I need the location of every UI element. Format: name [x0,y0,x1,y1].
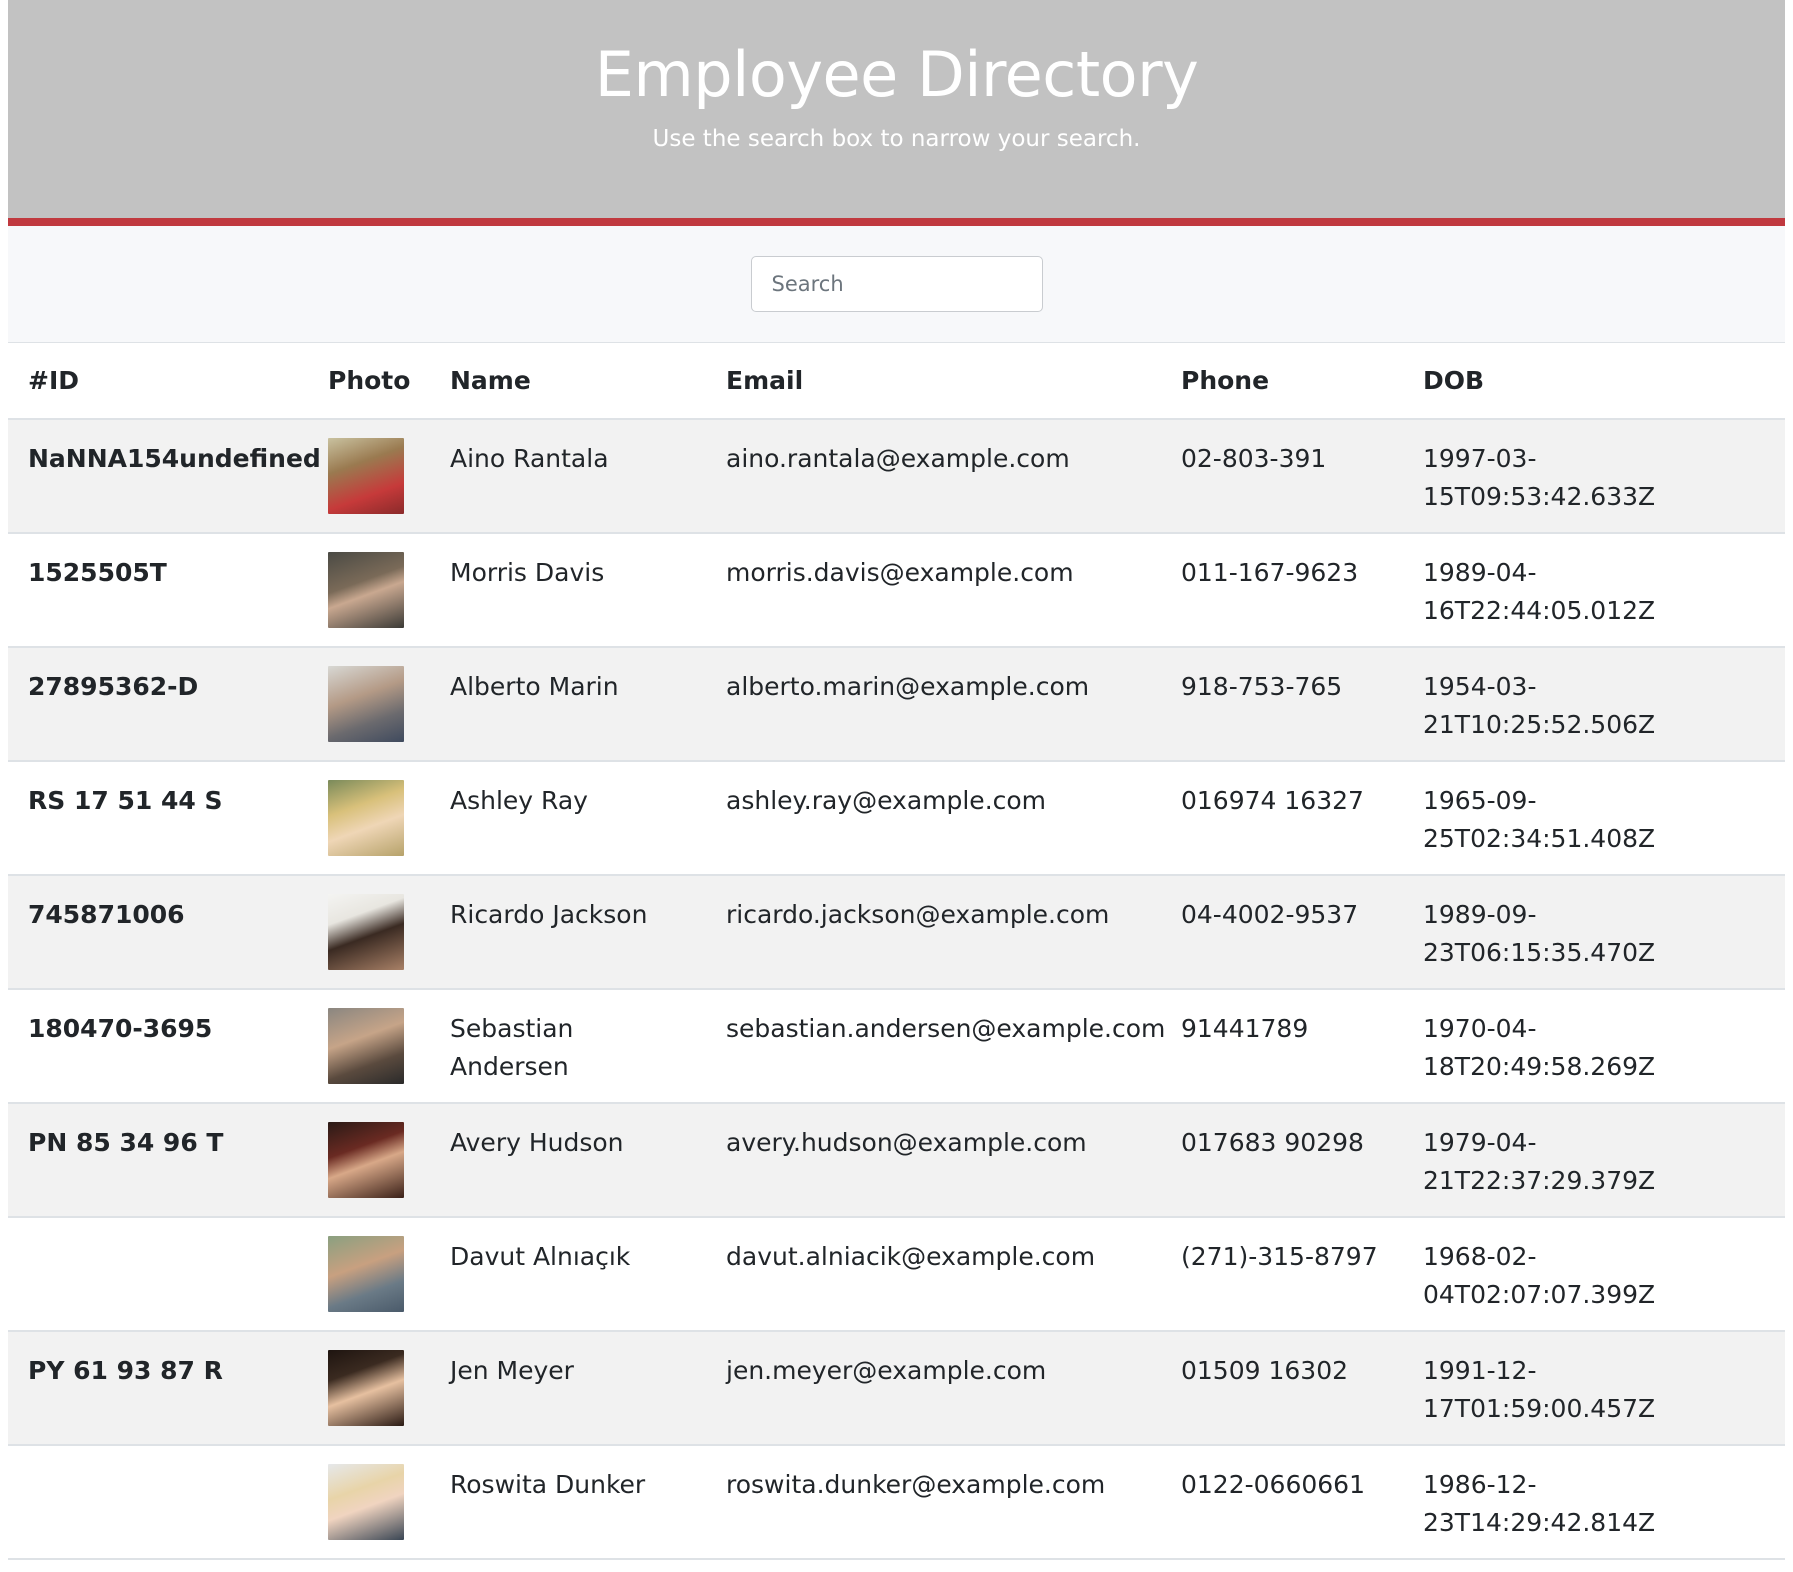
id-cell [8,1217,314,1332]
photo-cell [314,1217,430,1332]
page-subtitle: Use the search box to narrow your search… [652,126,1141,152]
name-cell: Ashley Ray [430,761,706,876]
phone-cell: 011-167-9623 [1161,533,1403,648]
table-header-row: #ID Photo Name Email Phone DOB [8,343,1785,420]
avatar [328,1236,404,1312]
id-cell: PY 61 93 87 R [8,1331,314,1446]
phone-cell: 016974 16327 [1161,761,1403,876]
photo-cell [314,875,430,990]
column-header-photo[interactable]: Photo [314,343,430,420]
column-header-name[interactable]: Name [430,343,706,420]
name-cell: Jen Meyer [430,1331,706,1446]
id-cell: 745871006 [8,875,314,990]
email-cell: roswita.dunker@example.com [706,1445,1161,1560]
name-cell: Davut Alnıaçık [430,1217,706,1332]
page: Employee Directory Use the search box to… [8,0,1785,1572]
table-row: 745871006 Ricardo Jackson ricardo.jackso… [8,875,1785,990]
avatar [328,1008,404,1084]
avatar [328,1122,404,1198]
name-cell: Morris Davis [430,533,706,648]
name-cell: Ricardo Jackson [430,875,706,990]
column-header-email[interactable]: Email [706,343,1161,420]
phone-cell: 91441789 [1161,989,1403,1104]
photo-cell [314,1103,430,1218]
id-cell: 27895362-D [8,647,314,762]
photo-cell [314,761,430,876]
name-cell: Sebastian Andersen [430,989,706,1104]
dob-cell: 1968-02-04T02:07:07.399Z [1403,1217,1785,1332]
phone-cell: 01509 16302 [1161,1331,1403,1446]
name-cell: Alberto Marin [430,647,706,762]
photo-cell [314,533,430,648]
table-row: 180470-3695 Sebastian Andersen sebastian… [8,989,1785,1104]
phone-cell: (271)-315-8797 [1161,1217,1403,1332]
table-row: Davut Alnıaçık davut.alniacik@example.co… [8,1217,1785,1332]
id-cell: 180470-3695 [8,989,314,1104]
table-row: RS 17 51 44 S Ashley Ray ashley.ray@exam… [8,761,1785,876]
photo-cell [314,989,430,1104]
dob-cell: 1986-12-23T14:29:42.814Z [1403,1445,1785,1560]
dob-cell: 1965-09-25T02:34:51.408Z [1403,761,1785,876]
photo-cell [314,419,430,534]
phone-cell: 02-803-391 [1161,419,1403,534]
id-cell [8,1445,314,1560]
avatar [328,552,404,628]
dob-cell: 1989-04-16T22:44:05.012Z [1403,533,1785,648]
table-row: 1525505T Morris Davis morris.davis@examp… [8,533,1785,648]
employee-table: #ID Photo Name Email Phone DOB NaNNA154u… [8,343,1785,1560]
phone-cell: 918-753-765 [1161,647,1403,762]
dob-cell: 1954-03-21T10:25:52.506Z [1403,647,1785,762]
name-cell: Avery Hudson [430,1103,706,1218]
name-cell: Roswita Dunker [430,1445,706,1560]
avatar [328,438,404,514]
dob-cell: 1997-03-15T09:53:42.633Z [1403,419,1785,534]
avatar [328,1464,404,1540]
name-cell: Aino Rantala [430,419,706,534]
search-bar [8,226,1785,343]
id-cell: NaNNA154undefined [8,419,321,534]
dob-cell: 1991-12-17T01:59:00.457Z [1403,1331,1785,1446]
column-header-id[interactable]: #ID [8,343,314,420]
page-header: Employee Directory Use the search box to… [8,0,1785,226]
table-row: PY 61 93 87 R Jen Meyer jen.meyer@exampl… [8,1331,1785,1446]
id-cell: RS 17 51 44 S [8,761,314,876]
email-cell: sebastian.andersen@example.com [706,989,1165,1104]
avatar [328,780,404,856]
phone-cell: 017683 90298 [1161,1103,1403,1218]
email-cell: davut.alniacik@example.com [706,1217,1161,1332]
email-cell: ashley.ray@example.com [706,761,1161,876]
photo-cell [314,1331,430,1446]
table-row: PN 85 34 96 T Avery Hudson avery.hudson@… [8,1103,1785,1218]
table-row: NaNNA154undefined Aino Rantala aino.rant… [8,419,1785,534]
avatar [328,666,404,742]
photo-cell [314,1445,430,1560]
dob-cell: 1970-04-18T20:49:58.269Z [1403,989,1785,1104]
photo-cell [314,647,430,762]
email-cell: aino.rantala@example.com [706,419,1161,534]
email-cell: ricardo.jackson@example.com [706,875,1161,990]
phone-cell: 0122-0660661 [1161,1445,1403,1560]
email-cell: alberto.marin@example.com [706,647,1161,762]
phone-cell: 04-4002-9537 [1161,875,1403,990]
id-cell: 1525505T [8,533,314,648]
email-cell: morris.davis@example.com [706,533,1161,648]
table-row: 27895362-D Alberto Marin alberto.marin@e… [8,647,1785,762]
column-header-phone[interactable]: Phone [1161,343,1403,420]
avatar [328,1350,404,1426]
avatar [328,894,404,970]
dob-cell: 1979-04-21T22:37:29.379Z [1403,1103,1785,1218]
dob-cell: 1989-09-23T06:15:35.470Z [1403,875,1785,990]
column-header-dob[interactable]: DOB [1403,343,1785,420]
page-title: Employee Directory [594,38,1199,111]
email-cell: jen.meyer@example.com [706,1331,1161,1446]
id-cell: PN 85 34 96 T [8,1103,314,1218]
table-row: Roswita Dunker roswita.dunker@example.co… [8,1445,1785,1560]
search-input[interactable] [750,256,1043,312]
email-cell: avery.hudson@example.com [706,1103,1161,1218]
